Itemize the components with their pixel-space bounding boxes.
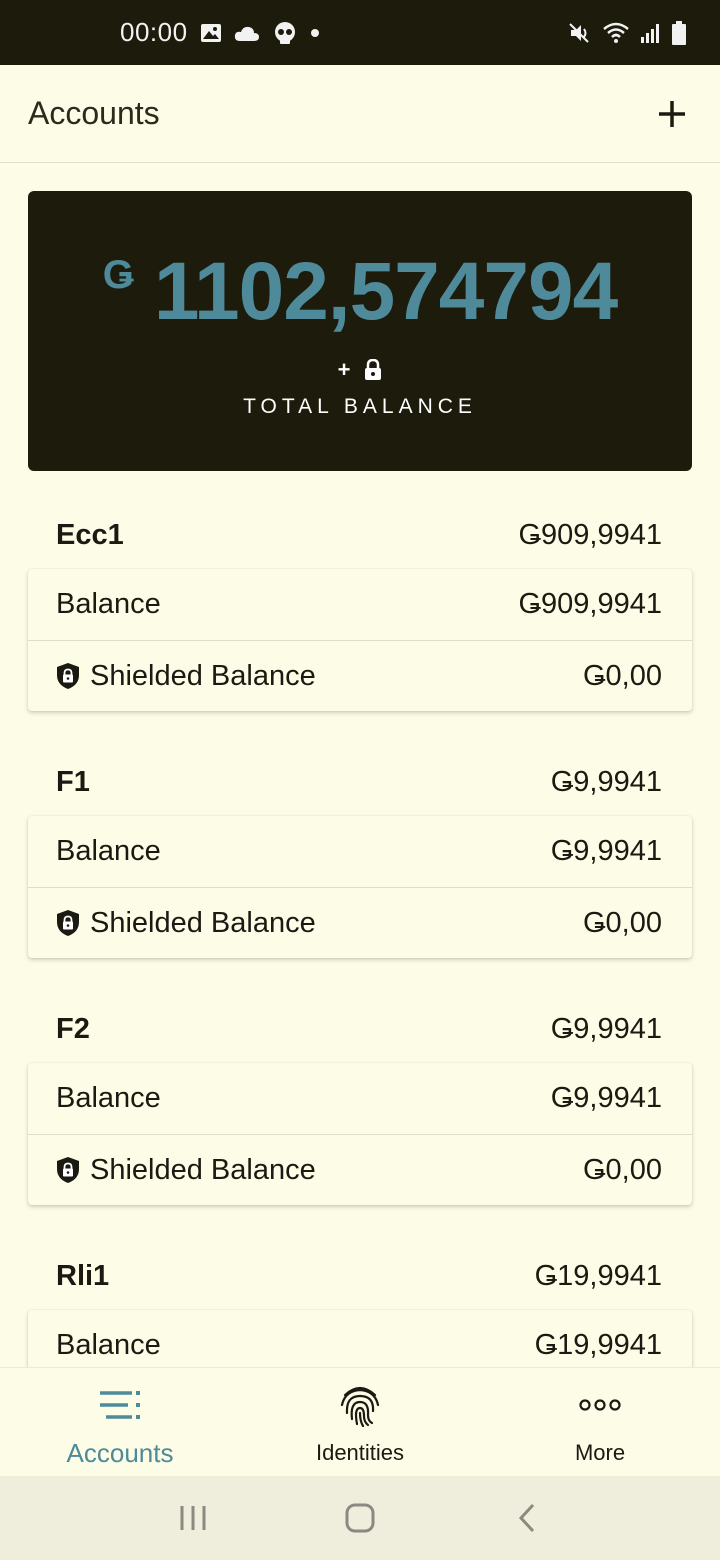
balance-value: Ǥ909,9941: [518, 588, 662, 620]
shield-lock-icon: [57, 663, 79, 689]
account-total: Ǥ9,9941: [550, 766, 662, 798]
account-header[interactable]: F2 Ǥ9,9941: [56, 1013, 662, 1046]
account-name: F1: [56, 766, 90, 798]
shielded-balance-row[interactable]: Shielded Balance Ǥ0,00: [28, 1134, 692, 1205]
shielded-label: Shielded Balance: [90, 1153, 316, 1186]
home-button[interactable]: [330, 1488, 390, 1548]
home-icon: [345, 1503, 375, 1533]
cloud-icon: [234, 24, 260, 42]
bottom-nav: Accounts Identities More: [0, 1367, 720, 1476]
balance-label: Balance: [56, 1082, 161, 1114]
lock-icon: [365, 359, 382, 380]
account-total: Ǥ9,9941: [550, 1013, 662, 1045]
total-currency: Ǥ: [102, 253, 134, 297]
balance-label: Balance: [56, 588, 161, 620]
account-header[interactable]: Rli1 Ǥ19,9941: [56, 1260, 662, 1293]
account-header[interactable]: Ecc1 Ǥ909,9941: [56, 519, 662, 552]
account-section: Rli1 Ǥ19,9941 Balance Ǥ19,9941 Shielded …: [0, 1212, 720, 1367]
fingerprint-icon: [339, 1382, 381, 1428]
battery-icon: [672, 20, 686, 45]
account-card[interactable]: Balance Ǥ909,9941 Shielded Balance Ǥ0,00: [28, 569, 692, 711]
account-name: F2: [56, 1013, 90, 1045]
account-section: F1 Ǥ9,9941 Balance Ǥ9,9941 Shielded Bala…: [0, 718, 720, 965]
total-balance-label: TOTAL BALANCE: [243, 395, 477, 418]
shielded-label: Shielded Balance: [90, 906, 316, 939]
image-icon: [200, 22, 222, 44]
dot-icon: [310, 28, 320, 38]
total-amount: 1102,574794: [153, 246, 618, 337]
wifi-icon: [602, 21, 630, 45]
total-shielded-indicator: +: [28, 357, 692, 383]
shielded-label-group: Shielded Balance: [56, 660, 316, 693]
shield-lock-icon: [57, 910, 79, 936]
shielded-balance-row[interactable]: Shielded Balance Ǥ0,00: [28, 887, 692, 958]
account-name: Ecc1: [56, 519, 124, 551]
back-button[interactable]: [497, 1488, 557, 1548]
status-bar: 00:00: [0, 0, 720, 65]
balance-value: Ǥ9,9941: [550, 1082, 662, 1114]
nav-identities[interactable]: Identities: [240, 1368, 480, 1476]
nav-accounts-label: Accounts: [66, 1438, 174, 1468]
nav-identities-label: Identities: [315, 1440, 405, 1465]
total-plus: +: [337, 357, 351, 382]
account-card[interactable]: Balance Ǥ19,9941 Shielded Balance Ǥ0,00: [28, 1310, 692, 1367]
shielded-label-group: Shielded Balance: [56, 907, 316, 940]
total-amount-row: Ǥ 1102,574794: [28, 243, 692, 341]
account-name: Rli1: [56, 1260, 110, 1292]
nav-more-label: More: [574, 1440, 626, 1465]
account-card[interactable]: Balance Ǥ9,9941 Shielded Balance Ǥ0,00: [28, 816, 692, 958]
nav-accounts[interactable]: Accounts: [0, 1368, 240, 1476]
account-card[interactable]: Balance Ǥ9,9941 Shielded Balance Ǥ0,00: [28, 1063, 692, 1205]
balance-row[interactable]: Balance Ǥ9,9941: [28, 816, 692, 887]
recent-apps-icon: [180, 1506, 206, 1530]
status-left: 00:00: [120, 17, 320, 48]
shielded-value: Ǥ0,00: [583, 1153, 662, 1186]
nav-more[interactable]: More: [480, 1368, 720, 1476]
page-title: Accounts: [28, 95, 160, 131]
account-total: Ǥ909,9941: [518, 519, 662, 551]
status-time: 00:00: [120, 17, 188, 47]
shielded-label: Shielded Balance: [90, 659, 316, 692]
add-account-button[interactable]: [652, 94, 692, 134]
shielded-balance-row[interactable]: Shielded Balance Ǥ0,00: [28, 640, 692, 711]
accounts-list[interactable]: Ecc1 Ǥ909,9941 Balance Ǥ909,9941 Shielde…: [0, 471, 720, 1367]
account-section: Ecc1 Ǥ909,9941 Balance Ǥ909,9941 Shielde…: [0, 471, 720, 718]
back-icon: [518, 1503, 534, 1533]
status-right: [568, 20, 686, 45]
account-header[interactable]: F1 Ǥ9,9941: [56, 766, 662, 799]
shielded-value: Ǥ0,00: [583, 659, 662, 692]
balance-value: Ǥ19,9941: [534, 1329, 662, 1361]
system-nav: [0, 1476, 720, 1560]
account-section: F2 Ǥ9,9941 Balance Ǥ9,9941 Shielded Bala…: [0, 965, 720, 1212]
skull-icon: [272, 20, 298, 46]
list-icon: [98, 1382, 142, 1428]
account-total: Ǥ19,9941: [534, 1260, 662, 1292]
recent-apps-button[interactable]: [163, 1488, 223, 1548]
shield-lock-icon: [57, 1157, 79, 1183]
balance-value: Ǥ9,9941: [550, 835, 662, 867]
balance-row[interactable]: Balance Ǥ19,9941: [28, 1310, 692, 1367]
balance-label: Balance: [56, 1329, 161, 1361]
balance-row[interactable]: Balance Ǥ909,9941: [28, 569, 692, 640]
app-bar: Accounts: [0, 65, 720, 163]
signal-icon: [640, 22, 662, 44]
balance-label: Balance: [56, 835, 161, 867]
shielded-value: Ǥ0,00: [583, 906, 662, 939]
more-icon: [579, 1382, 621, 1428]
balance-row[interactable]: Balance Ǥ9,9941: [28, 1063, 692, 1134]
total-balance-card: Ǥ 1102,574794 + TOTAL BALANCE: [28, 191, 692, 471]
shielded-label-group: Shielded Balance: [56, 1154, 316, 1187]
plus-icon: [659, 100, 685, 127]
mute-icon: [568, 21, 592, 45]
